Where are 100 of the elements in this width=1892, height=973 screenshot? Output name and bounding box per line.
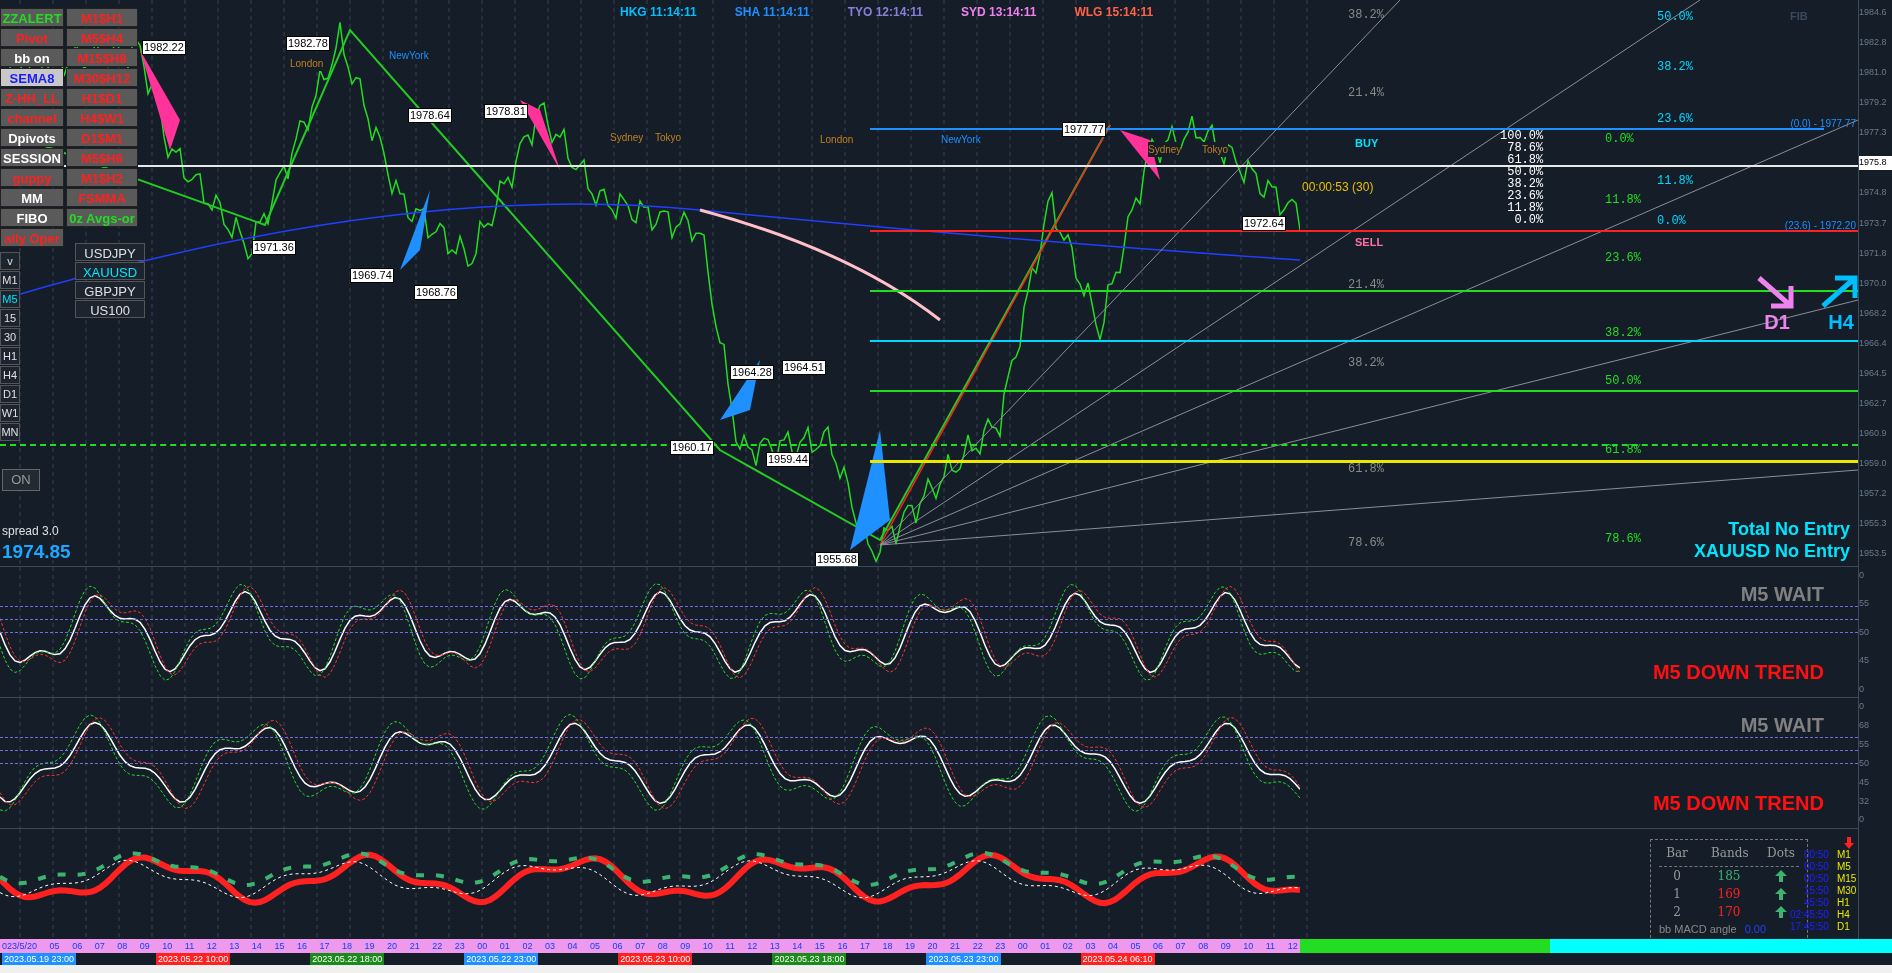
session-clock: TYO 12:14:11 xyxy=(847,4,924,21)
time-axis-label: 14 xyxy=(251,940,262,953)
timeframe-pair-button[interactable]: 0z Avgs-or xyxy=(66,208,138,227)
time-axis-label: 01 xyxy=(1040,940,1051,953)
panel-axis-label: 50 xyxy=(1859,625,1870,639)
time-axis-label: 05 xyxy=(590,940,601,953)
symbol-button[interactable]: USDJPY xyxy=(75,243,145,261)
time-axis-label: 05 xyxy=(1130,940,1141,953)
table-cell-text: 2 xyxy=(1672,904,1682,921)
fib-level-label: 50.0% xyxy=(1506,166,1544,178)
timeframe-button[interactable]: MN xyxy=(0,423,20,441)
time-axis-label: 05 xyxy=(49,940,60,953)
time-axis-label: 02 xyxy=(522,940,533,953)
price-axis-label: 1971.8 xyxy=(1859,246,1888,260)
price-tag: 1971.36 xyxy=(252,240,296,255)
entry-status: XAUUSD No Entry xyxy=(1694,540,1850,562)
timer-value: 02:45:50 xyxy=(1790,909,1829,921)
bid-price: 1974.85 xyxy=(2,540,71,564)
indicator-toggle-button[interactable]: SESSION xyxy=(0,148,64,167)
arrow-down-icon xyxy=(1844,837,1854,849)
price-axis-label: 1979.2 xyxy=(1859,96,1888,110)
price-tag: 1982.78 xyxy=(286,36,330,51)
price-axis-label: 1953.5 xyxy=(1859,547,1888,561)
date-marker: 2023.05.22 23:00 xyxy=(464,953,539,965)
time-axis-label: 10 xyxy=(162,940,173,953)
symbol-button[interactable]: US100 xyxy=(75,300,145,318)
timer-timeframe: M30 xyxy=(1836,885,1858,897)
panel-axis-label: 45 xyxy=(1859,654,1870,668)
session-marker: Tokyo xyxy=(655,130,682,145)
indicator-toggle-button[interactable]: Dpivots xyxy=(0,128,64,147)
session-clock: SYD 13:14:11 xyxy=(961,4,1037,21)
trend-timeframe-label: D1 xyxy=(1764,312,1790,332)
time-axis-label: 15 xyxy=(814,940,825,953)
timeframe-button[interactable]: H1 xyxy=(0,347,20,365)
indicator-toggle-button[interactable]: SEMA8 xyxy=(0,68,64,87)
time-axis-label: 21 xyxy=(409,940,420,953)
timer-value: 00:50 xyxy=(1803,873,1829,885)
fib-level-label: 11.8% xyxy=(1657,173,1693,190)
time-axis-label: 13 xyxy=(769,940,780,953)
price-axis-label: 1973.7 xyxy=(1859,216,1888,230)
panel-axis-label: 55 xyxy=(1859,597,1870,611)
panel-axis-label: 68 xyxy=(1859,718,1870,732)
panel-axis-label: 0 xyxy=(1859,813,1865,827)
timeframe-button[interactable]: M1 xyxy=(0,271,20,289)
timeframe-button[interactable]: M5 xyxy=(0,290,20,308)
time-axis-label: 06 xyxy=(612,940,623,953)
indicator-toggle-button[interactable]: bb on xyxy=(0,48,64,67)
time-axis-label: 23 xyxy=(995,940,1006,953)
fib-level-label: 21.4% xyxy=(1348,85,1384,102)
time-axis-label: 11 xyxy=(184,940,195,953)
table-header: Bands xyxy=(1711,845,1747,862)
price-axis-label: 1959.0 xyxy=(1859,457,1888,471)
time-axis-label: 20 xyxy=(927,940,938,953)
indicator-toggle-button[interactable]: FIBO xyxy=(0,208,64,227)
signal-status: M5 WAIT xyxy=(1740,582,1824,607)
indicator-toggle-button[interactable]: ZZALERT xyxy=(0,8,64,27)
entry-status: Total No Entry xyxy=(1728,518,1850,540)
price-axis-label: 1977.3 xyxy=(1859,126,1888,140)
fib-level-label: 38.2% xyxy=(1506,178,1544,190)
on-button[interactable]: ON xyxy=(2,469,40,491)
timeframe-button[interactable]: W1 xyxy=(0,404,20,422)
price-tag: 1964.51 xyxy=(782,360,826,375)
panel-axis-label: 55 xyxy=(1859,737,1870,751)
timer-timeframe: H1 xyxy=(1836,897,1851,909)
fib-level-label: 21.4% xyxy=(1348,277,1384,294)
symbol-button[interactable]: GBPJPY xyxy=(75,281,145,299)
indicator-toggle-button[interactable]: MM xyxy=(0,188,64,207)
price-tag: 1977.77 xyxy=(1062,122,1106,137)
time-axis-label: 14 xyxy=(792,940,803,953)
price-axis-label: 1984.6 xyxy=(1859,6,1888,19)
fib-level-label: 38.2% xyxy=(1657,59,1693,76)
fib-level-label: 100.0% xyxy=(1500,130,1544,142)
price-axis-label: 1968.2 xyxy=(1859,306,1888,320)
time-axis-label: 15 xyxy=(274,940,285,953)
time-axis-label: 18 xyxy=(882,940,893,953)
date-marker: 2023.05.23 10:00 xyxy=(618,953,693,965)
fib-level-label: 11.8% xyxy=(1605,192,1641,209)
session-clock: HKG 11:14:11 xyxy=(620,4,697,21)
time-axis-label: 03 xyxy=(1085,940,1096,953)
timeframe-button[interactable]: H4 xyxy=(0,366,20,384)
timeframe-button[interactable]: v xyxy=(0,252,20,270)
timeframe-button[interactable]: 30 xyxy=(0,328,20,346)
symbol-button[interactable]: XAUUSD xyxy=(75,262,145,280)
arrow-up-icon xyxy=(1774,905,1788,919)
time-axis-label: 08 xyxy=(657,940,668,953)
timer-value: 45:50 xyxy=(1803,897,1829,909)
timeframe-button[interactable]: 15 xyxy=(0,309,20,327)
time-axis-label: 00 xyxy=(477,940,488,953)
fib-level-label: 78.6% xyxy=(1506,142,1544,154)
panel-axis-label: 0 xyxy=(1859,569,1865,582)
time-axis-label: 17 xyxy=(859,940,870,953)
time-axis-label: 17 xyxy=(319,940,330,953)
time-axis-label: 02 xyxy=(1062,940,1073,953)
time-axis-label: 16 xyxy=(837,940,848,953)
session-marker: Tokyo xyxy=(1202,142,1229,157)
time-axis-label: 03 xyxy=(544,940,555,953)
signal-status: M5 WAIT xyxy=(1740,713,1824,738)
time-axis-label: 07 xyxy=(1175,940,1186,953)
timeframe-button[interactable]: D1 xyxy=(0,385,20,403)
time-axis-label: 06 xyxy=(1153,940,1164,953)
